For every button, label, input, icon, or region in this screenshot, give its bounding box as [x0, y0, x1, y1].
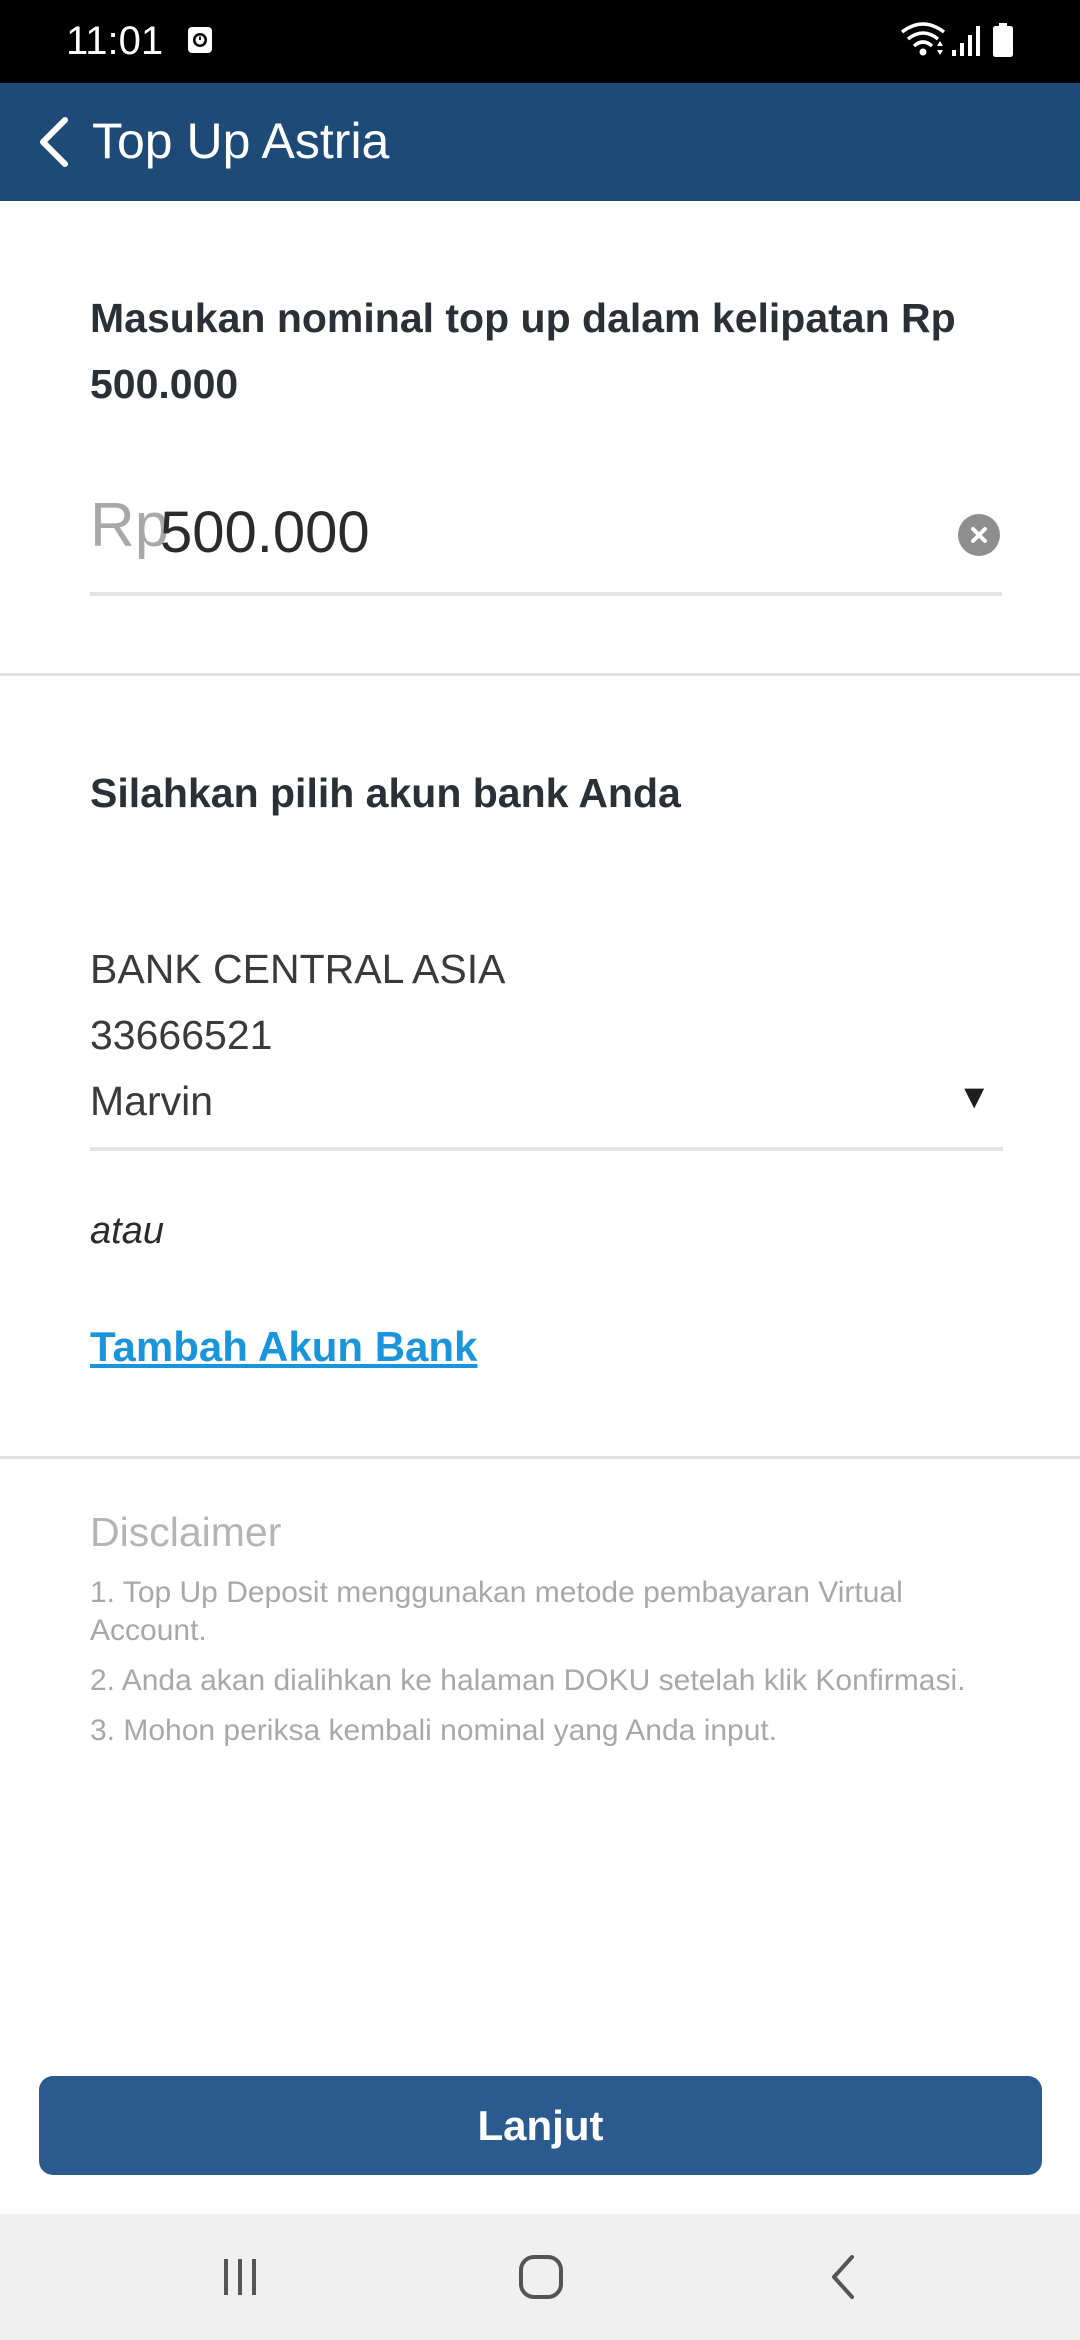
account-number: 33666521	[90, 1012, 273, 1058]
back-button[interactable]	[20, 107, 90, 177]
add-bank-account-link[interactable]: Tambah Akun Bank	[90, 1319, 477, 1375]
home-icon	[519, 2255, 563, 2299]
recent-apps-icon	[224, 2259, 256, 2295]
or-text: atau	[90, 1210, 164, 1252]
bank-account-dropdown[interactable]: BANK CENTRAL ASIA 33666521 Marvin ▼	[90, 933, 1003, 1151]
disclaimer-item: 2. Anda akan dialihkan ke halaman DOKU s…	[90, 1664, 966, 1697]
amount-instruction: Masukan nominal top up dalam kelipatan R…	[90, 295, 956, 407]
app-bar: Top Up Astria	[0, 83, 1080, 201]
cellular-signal-icon	[952, 26, 980, 56]
battery-icon	[993, 23, 1013, 57]
page-title: Top Up Astria	[92, 113, 390, 169]
home-button[interactable]	[506, 2242, 576, 2312]
recent-apps-button[interactable]	[205, 2242, 275, 2312]
continue-button[interactable]: Lanjut	[39, 2076, 1042, 2175]
status-bar: 11:01	[0, 0, 1080, 83]
bank-heading: Silahkan pilih akun bank Anda	[90, 770, 681, 816]
amount-input[interactable]: Rp 500.000	[90, 486, 1002, 596]
back-icon	[832, 2255, 854, 2299]
amount-section: Masukan nominal top up dalam kelipatan R…	[0, 201, 1080, 676]
section-divider	[0, 673, 1080, 676]
bank-name: BANK CENTRAL ASIA	[90, 946, 506, 992]
section-divider	[0, 1456, 1080, 1459]
screen-time-icon	[188, 27, 212, 53]
dropdown-arrow-icon[interactable]: ▼	[957, 1077, 991, 1117]
chevron-left-icon	[40, 117, 68, 167]
disclaimer-title: Disclaimer	[90, 1509, 282, 1555]
system-back-button[interactable]	[809, 2242, 879, 2312]
bank-section: Silahkan pilih akun bank Anda BANK CENTR…	[0, 679, 1080, 1456]
wifi-icon	[900, 22, 946, 56]
account-holder: Marvin	[90, 1078, 214, 1124]
system-nav-bar	[0, 2214, 1080, 2340]
continue-button-label: Lanjut	[477, 2101, 604, 2149]
close-icon	[971, 527, 987, 543]
disclaimer: Disclaimer 1. Top Up Deposit menggunakan…	[90, 1502, 1010, 1750]
amount-value[interactable]: 500.000	[160, 498, 370, 568]
currency-prefix: Rp	[90, 491, 170, 560]
clear-input-button[interactable]	[958, 514, 1000, 556]
disclaimer-item: 3. Mohon periksa kembali nominal yang An…	[90, 1714, 778, 1747]
disclaimer-item: 1. Top Up Deposit menggunakan metode pem…	[90, 1576, 903, 1647]
status-time: 11:01	[66, 19, 164, 63]
